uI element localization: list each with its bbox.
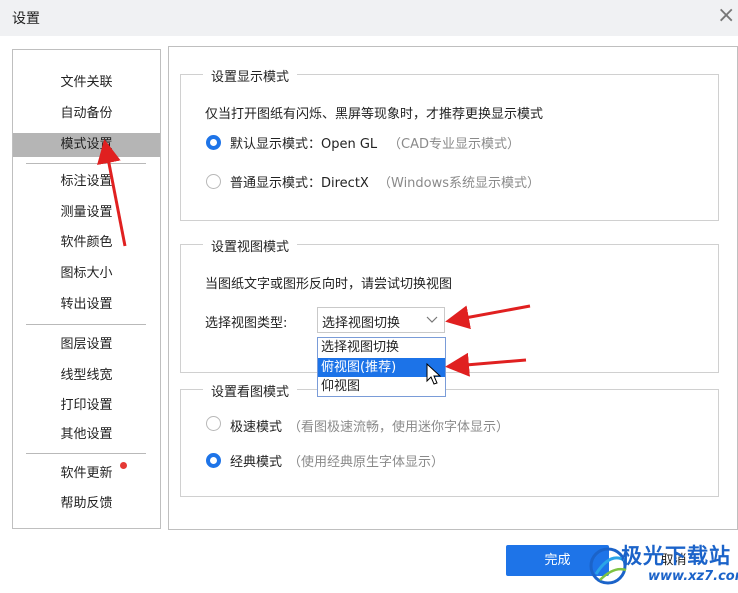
dropdown-option-switch[interactable]: 选择视图切换 bbox=[318, 338, 445, 357]
view-type-select-value: 选择视图切换 bbox=[322, 316, 401, 331]
display-mode-hint: 仅当打开图纸有闪烁、黑屏等现象时，才推荐更换显示模式 bbox=[205, 107, 544, 122]
chevron-down-icon bbox=[426, 316, 438, 323]
sidebar-item-measure[interactable]: 测量设置 bbox=[13, 201, 160, 225]
sidebar-divider bbox=[26, 163, 146, 164]
display-mode-legend: 设置显示模式 bbox=[203, 66, 298, 85]
sidebar-divider bbox=[26, 324, 146, 325]
settings-sidebar: 文件关联 自动备份 模式设置 标注设置 测量设置 软件颜色 图标大小 转出设置 … bbox=[12, 49, 161, 529]
sidebar-item-print[interactable]: 打印设置 bbox=[13, 394, 160, 418]
classic-mode-label[interactable]: 经典模式 bbox=[230, 451, 282, 470]
look-mode-group bbox=[180, 389, 719, 497]
fast-mode-label[interactable]: 极速模式 bbox=[230, 416, 282, 435]
update-badge bbox=[120, 462, 127, 469]
ok-button[interactable]: 完成 bbox=[506, 545, 609, 576]
sidebar-item-other[interactable]: 其他设置 bbox=[13, 423, 160, 447]
sidebar-item-file-association[interactable]: 文件关联 bbox=[13, 71, 160, 95]
sidebar-item-mode-settings[interactable]: 模式设置 bbox=[13, 133, 160, 157]
title-bar: 设置 × bbox=[0, 0, 738, 36]
sidebar-item-linetype[interactable]: 线型线宽 bbox=[13, 364, 160, 388]
opengl-label[interactable]: 默认显示模式：Open GL bbox=[230, 133, 377, 152]
sidebar-item-color[interactable]: 软件颜色 bbox=[13, 231, 160, 255]
radio-directx[interactable] bbox=[206, 174, 221, 189]
sidebar-item-help[interactable]: 帮助反馈 bbox=[13, 492, 160, 516]
sidebar-item-annotation[interactable]: 标注设置 bbox=[13, 170, 160, 194]
radio-classic-mode[interactable] bbox=[206, 453, 221, 468]
view-type-label: 选择视图类型: bbox=[205, 316, 288, 331]
sidebar-item-auto-backup[interactable]: 自动备份 bbox=[13, 102, 160, 126]
sidebar-item-update[interactable]: 软件更新 bbox=[13, 462, 160, 486]
view-type-dropdown-list: 选择视图切换 俯视图(推荐) 仰视图 bbox=[317, 337, 446, 397]
dropdown-option-bottom-view[interactable]: 仰视图 bbox=[318, 377, 445, 396]
directx-label[interactable]: 普通显示模式：DirectX bbox=[230, 172, 369, 191]
sidebar-divider bbox=[26, 453, 146, 454]
radio-opengl[interactable] bbox=[206, 135, 221, 150]
watermark-brand: 极光下载站 bbox=[621, 544, 731, 568]
view-mode-hint: 当图纸文字或图形反向时，请尝试切换视图 bbox=[205, 277, 453, 292]
close-icon[interactable]: × bbox=[717, 5, 738, 28]
look-mode-legend: 设置看图模式 bbox=[203, 381, 298, 400]
window-title: 设置 bbox=[12, 11, 40, 27]
sidebar-item-layers[interactable]: 图层设置 bbox=[13, 333, 160, 357]
fast-mode-note: （看图极速流畅，使用迷你字体显示） bbox=[288, 420, 510, 435]
dropdown-option-top-view[interactable]: 俯视图(推荐) bbox=[318, 358, 445, 377]
radio-fast-mode[interactable] bbox=[206, 416, 221, 431]
view-mode-group bbox=[180, 244, 719, 373]
watermark-url: www.xz7.com bbox=[648, 569, 738, 584]
classic-mode-note: （使用经典原生字体显示） bbox=[288, 455, 445, 470]
directx-note: （Windows系统显示模式） bbox=[378, 176, 541, 191]
sidebar-item-icon-size[interactable]: 图标大小 bbox=[13, 262, 160, 286]
sidebar-item-export[interactable]: 转出设置 bbox=[13, 293, 160, 317]
opengl-note: （CAD专业显示模式） bbox=[388, 137, 520, 152]
view-type-select[interactable]: 选择视图切换 bbox=[317, 307, 445, 333]
view-mode-legend: 设置视图模式 bbox=[203, 236, 298, 255]
